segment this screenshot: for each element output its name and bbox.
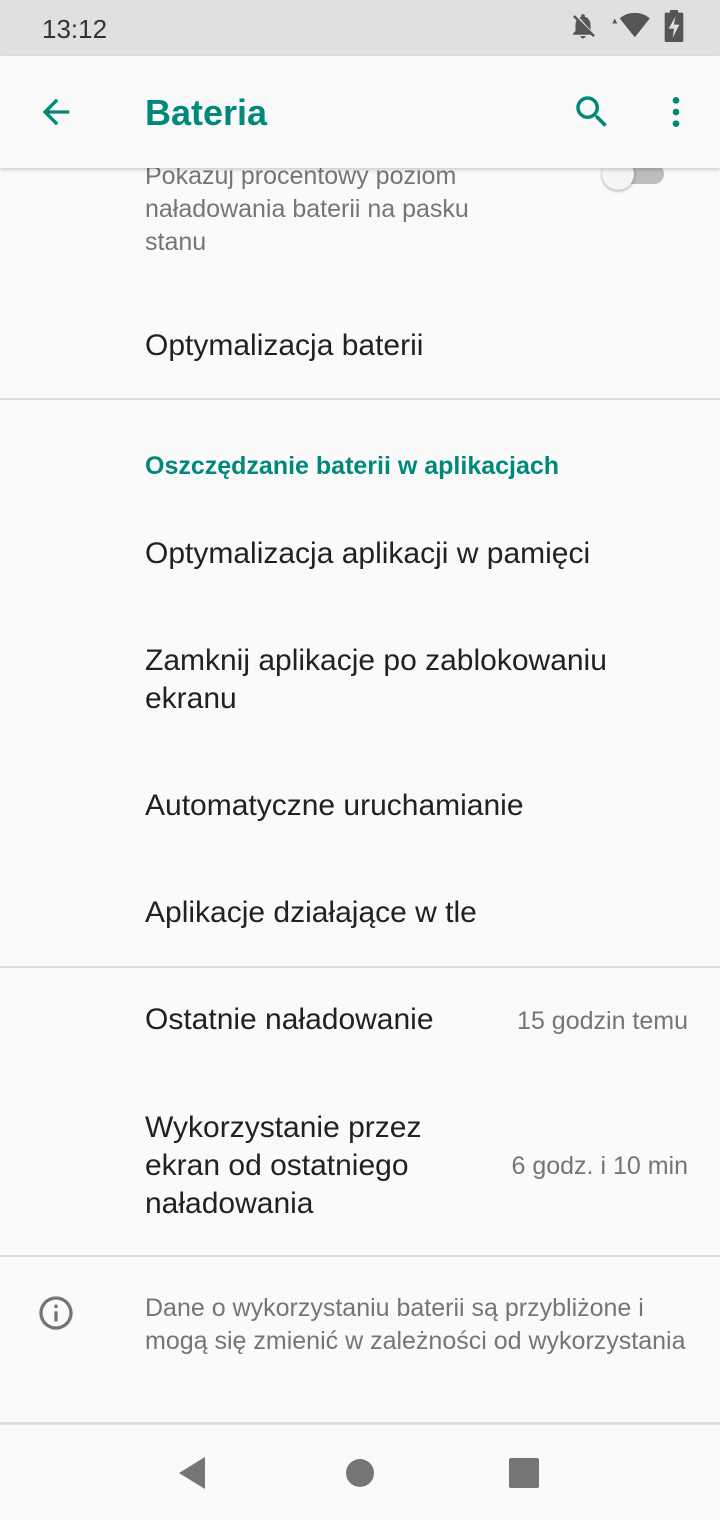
last-charge-label: Ostatnie naładowanie xyxy=(145,1003,434,1036)
background-apps-item[interactable]: Aplikacje działające w tle xyxy=(145,894,685,932)
navigation-bar xyxy=(0,1424,720,1520)
info-text: Dane o wykorzystaniu baterii są przybliż… xyxy=(145,1294,686,1355)
nav-back-icon xyxy=(179,1457,205,1489)
wifi-icon xyxy=(608,11,654,46)
more-options-button[interactable] xyxy=(648,84,704,140)
status-bar: 13:12 xyxy=(0,0,720,56)
status-icons xyxy=(568,9,684,47)
last-charge-value: 15 godzin temu xyxy=(517,1007,688,1035)
search-button[interactable] xyxy=(564,84,620,140)
autostart-item[interactable]: Automatyczne uruchamianie xyxy=(145,787,685,825)
back-button[interactable] xyxy=(28,84,84,140)
battery-percentage-toggle[interactable] xyxy=(602,168,666,190)
divider xyxy=(0,966,720,968)
screen-usage-value: 6 godz. i 10 min xyxy=(511,1152,689,1180)
battery-percentage-summary: Pokazuj procentowy poziom naładowania ba… xyxy=(145,168,469,256)
page-title: Bateria xyxy=(145,92,268,133)
notifications-off-icon xyxy=(568,11,598,46)
nav-back-button[interactable] xyxy=(166,1447,218,1499)
section-header-app-saving: Oszczędzanie baterii w aplikacjach xyxy=(145,452,560,480)
close-apps-on-lock-item[interactable]: Zamknij aplikacje po zablokowaniu ekranu xyxy=(145,642,685,718)
battery-optimization-item[interactable]: Optymalizacja baterii xyxy=(145,327,423,365)
toggle-thumb xyxy=(602,168,634,190)
divider xyxy=(0,398,720,400)
arrow-back-icon xyxy=(42,98,70,126)
info-icon xyxy=(39,1296,73,1330)
app-bar: Bateria xyxy=(0,56,720,168)
battery-charging-icon xyxy=(664,9,684,47)
divider xyxy=(0,1255,720,1257)
screen-usage-label: Wykorzystanie przez ekran od ostatniego … xyxy=(145,1111,422,1220)
settings-list[interactable]: Pokazuj procentowy poziom naładowania ba… xyxy=(0,168,720,1424)
more-vert-icon xyxy=(672,97,680,127)
status-time: 13:12 xyxy=(42,14,108,44)
nav-recents-icon xyxy=(509,1458,539,1488)
nav-home-icon xyxy=(346,1459,374,1487)
app-memory-optimization-item[interactable]: Optymalizacja aplikacji w pamięci xyxy=(145,535,685,573)
search-icon xyxy=(576,96,607,127)
nav-recents-button[interactable] xyxy=(498,1447,550,1499)
nav-home-button[interactable] xyxy=(334,1447,386,1499)
